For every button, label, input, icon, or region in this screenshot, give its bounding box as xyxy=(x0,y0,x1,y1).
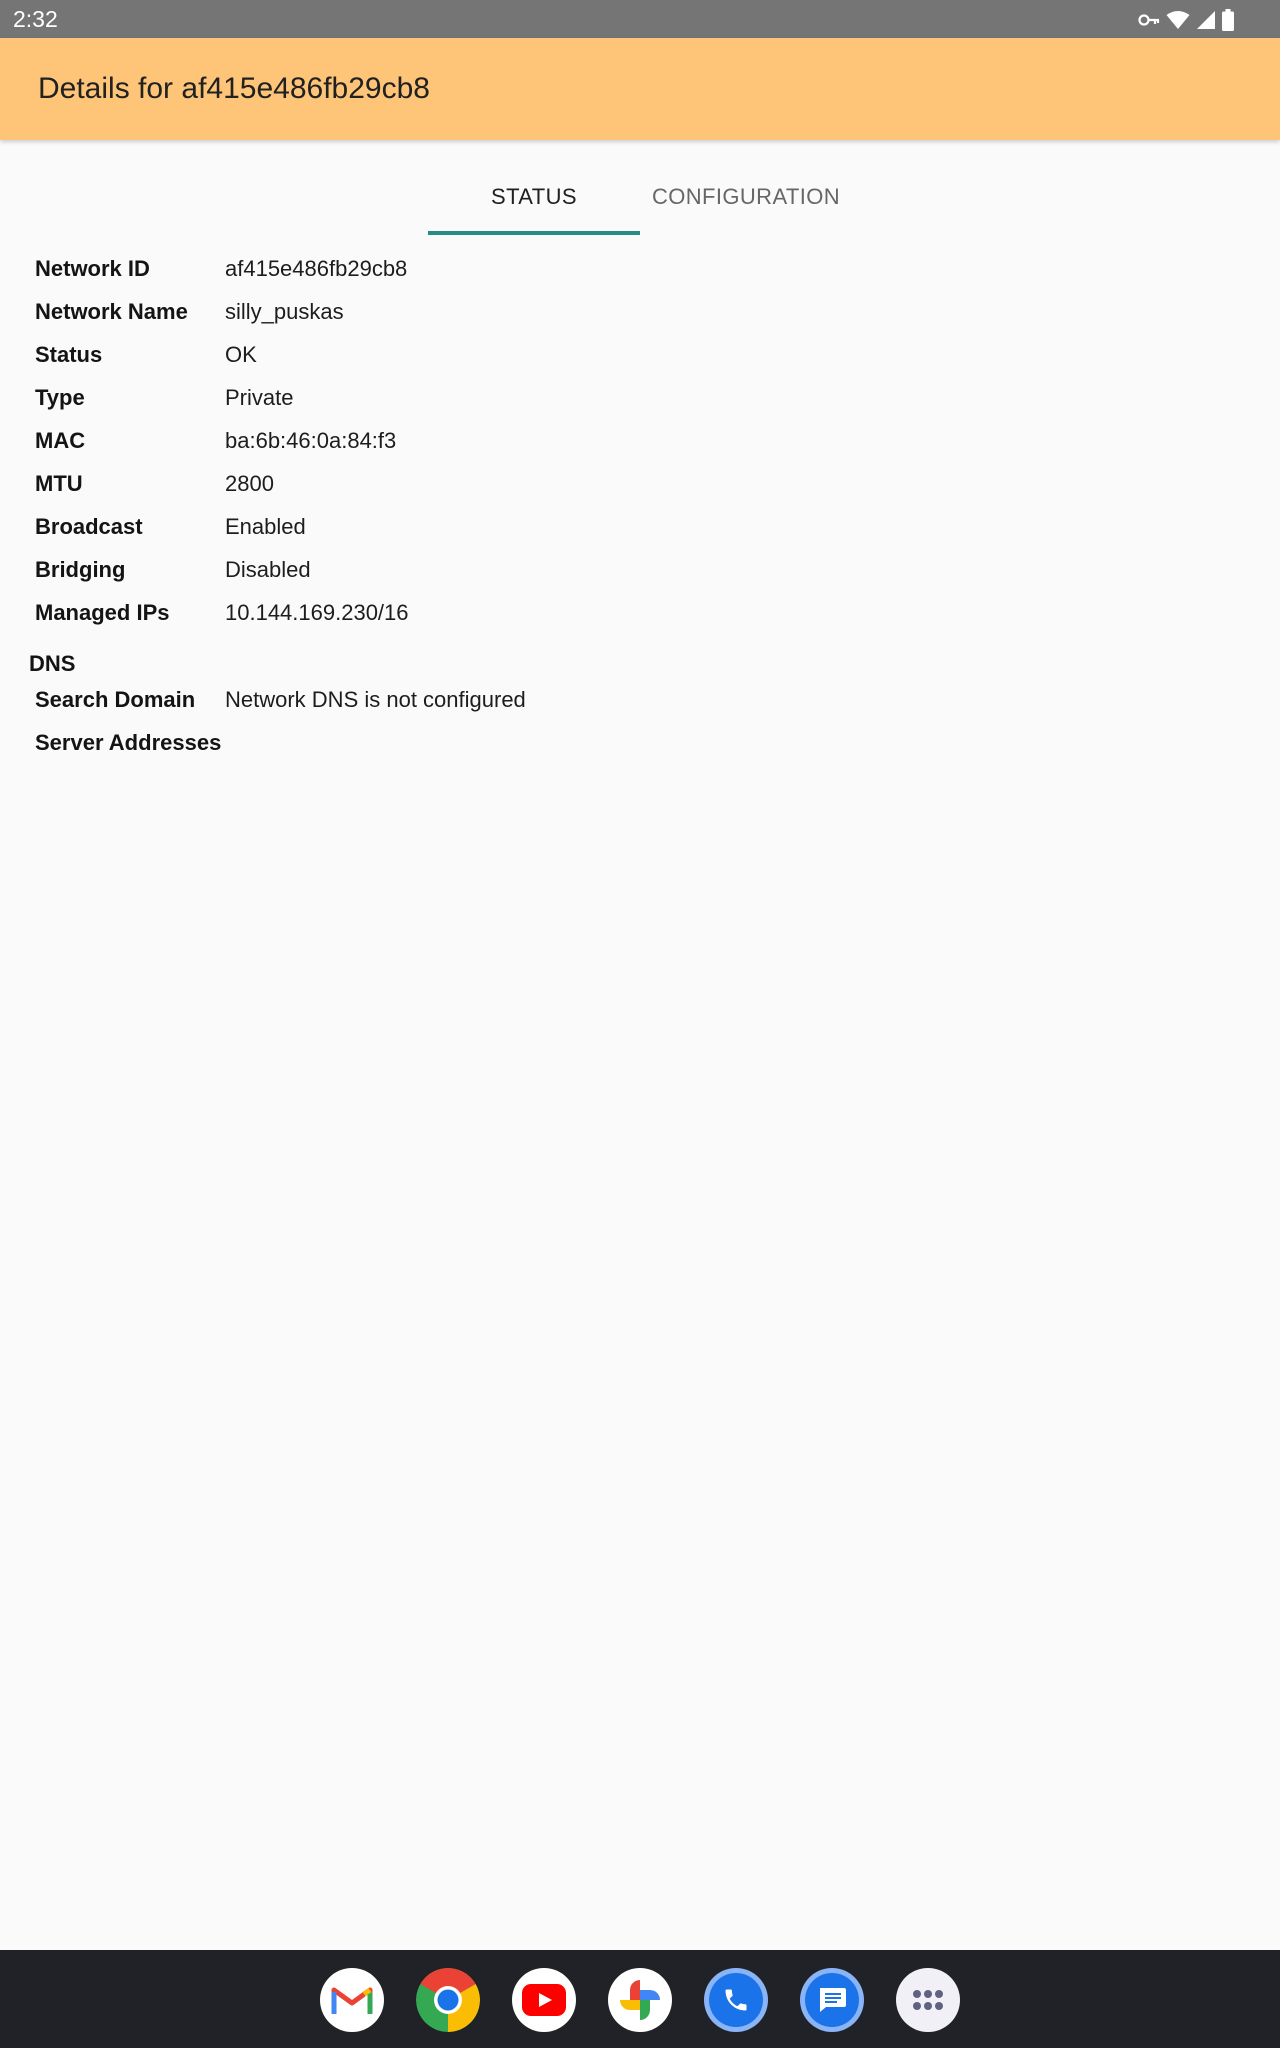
app-bar: Details for af415e486fb29cb8 xyxy=(0,38,1280,140)
detail-label: Bridging xyxy=(35,557,126,582)
tab-status[interactable]: STATUS xyxy=(428,160,640,234)
detail-value: Network DNS is not configured xyxy=(225,687,526,712)
detail-label: Broadcast xyxy=(35,514,143,539)
battery-icon xyxy=(1222,9,1234,31)
status-bar: 2:32 xyxy=(0,0,1280,38)
detail-value: Enabled xyxy=(225,514,306,539)
vpn-key-icon xyxy=(1138,13,1160,27)
detail-value: ba:6b:46:0a:84:f3 xyxy=(225,428,397,453)
detail-label: Search Domain xyxy=(35,687,196,712)
detail-label: Status xyxy=(35,342,103,367)
tab-configuration[interactable]: CONFIGURATION xyxy=(640,160,852,234)
detail-value: 10.144.169.230/16 xyxy=(225,600,409,625)
detail-value: OK xyxy=(225,342,257,367)
wifi-icon xyxy=(1166,10,1190,30)
youtube-icon[interactable] xyxy=(512,1968,576,2032)
status-icons xyxy=(1138,9,1234,31)
photos-icon[interactable] xyxy=(608,1968,672,2032)
detail-value: Disabled xyxy=(225,557,311,582)
detail-label: MAC xyxy=(35,428,86,453)
page-title: Details for af415e486fb29cb8 xyxy=(38,72,430,105)
phone-icon[interactable] xyxy=(704,1968,768,2032)
detail-label: Network Name xyxy=(35,299,188,324)
detail-value: Private xyxy=(225,385,294,410)
detail-value: silly_puskas xyxy=(225,299,344,324)
detail-value: 2800 xyxy=(225,471,274,496)
detail-value: af415e486fb29cb8 xyxy=(225,256,408,281)
detail-label: Network ID xyxy=(35,256,150,281)
tab-indicator xyxy=(428,231,640,235)
messages-icon[interactable] xyxy=(800,1968,864,2032)
app-drawer-icon[interactable] xyxy=(896,1968,960,2032)
detail-label: Server Addresses xyxy=(35,730,222,755)
detail-label: Managed IPs xyxy=(35,600,170,625)
status-time: 2:32 xyxy=(13,6,58,32)
chrome-icon[interactable] xyxy=(416,1968,480,2032)
dns-section-header: DNS xyxy=(29,651,76,676)
cell-signal-icon xyxy=(1196,10,1216,30)
tab-bar: STATUS CONFIGURATION xyxy=(428,160,852,235)
gmail-icon[interactable] xyxy=(320,1968,384,2032)
detail-label: MTU xyxy=(35,471,83,496)
dock xyxy=(0,1950,1280,2048)
detail-label: Type xyxy=(35,385,85,410)
